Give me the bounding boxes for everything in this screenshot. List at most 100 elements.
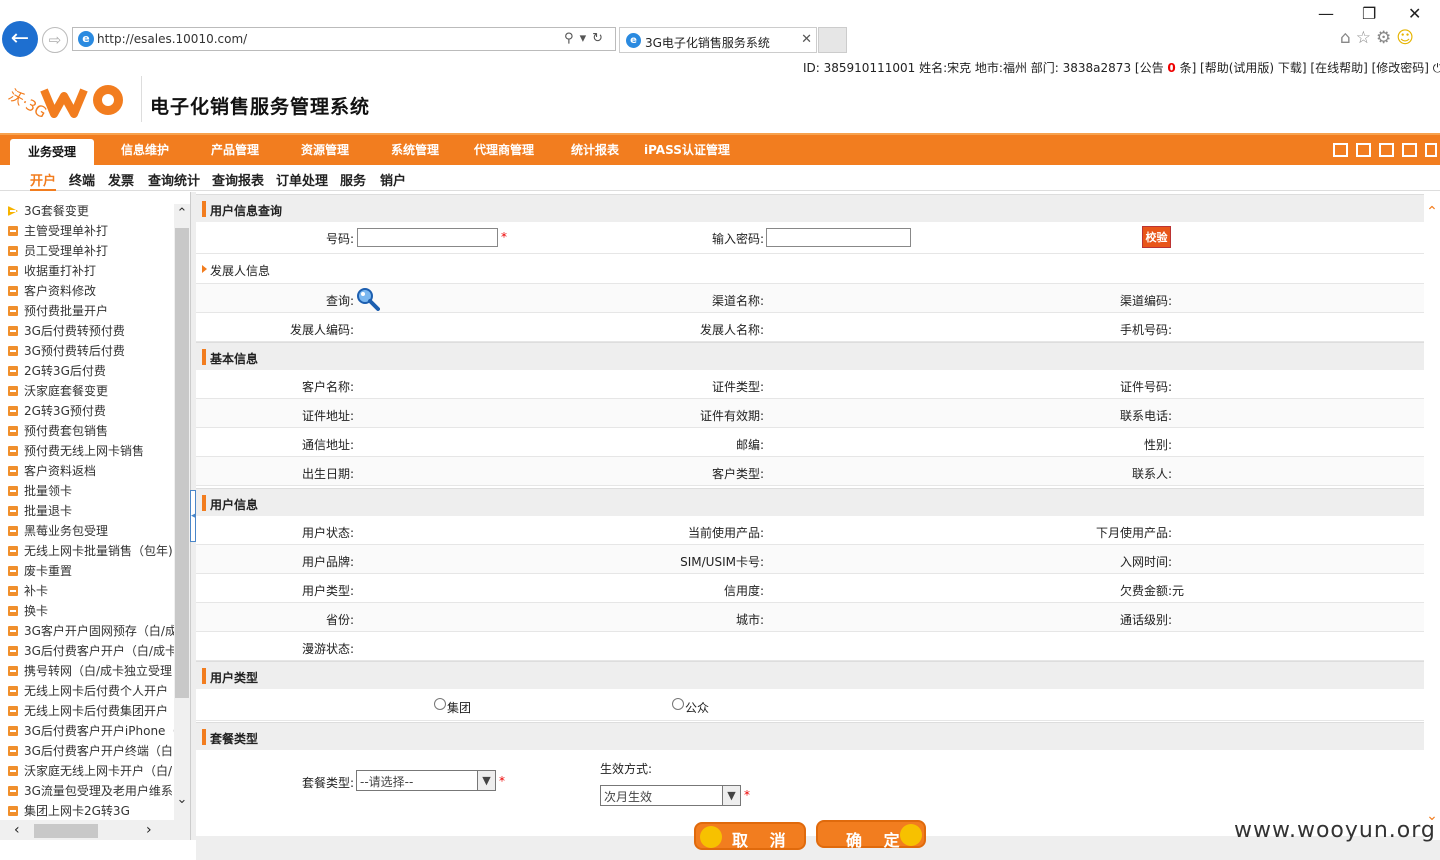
layout-icon[interactable]	[1356, 143, 1371, 157]
sidebar-item-label: 3G后付费客户开户（白/成卡	[24, 644, 174, 658]
radio-group-label[interactable]: 集团	[447, 699, 471, 716]
sidebar-item[interactable]: 2G转3G后付费	[8, 362, 174, 382]
main-scrollbar[interactable]	[1424, 192, 1440, 840]
sidebar-item[interactable]: 废卡重置	[8, 562, 174, 582]
back-button[interactable]: ←	[2, 21, 38, 57]
chevron-down-icon[interactable]: ⌄	[174, 792, 190, 807]
sidebar-item[interactable]: 沃家庭套餐变更	[8, 382, 174, 402]
submenu-item[interactable]: 查询报表	[212, 170, 264, 189]
search-refresh-icons[interactable]: ⚲▾↻	[564, 31, 609, 46]
sidebar-item[interactable]: 3G流量包受理及老用户维系	[8, 782, 174, 802]
basic-row-2: 证件地址: 证件有效期: 联系电话:	[196, 399, 1424, 428]
sidebar-item-label: 3G后付费转预付费	[24, 324, 125, 338]
sidebar-item[interactable]: 3G预付费转后付费	[8, 342, 174, 362]
sidebar-item[interactable]: 收据重打补打	[8, 262, 174, 282]
sidebar-item[interactable]: 换卡	[8, 602, 174, 622]
sidebar-hscroll-thumb[interactable]	[34, 824, 98, 838]
sidebar-item[interactable]: 3G后付费客户开户终端（白	[8, 742, 174, 762]
password-input[interactable]	[766, 228, 911, 247]
close-tab-icon[interactable]: ✕	[801, 32, 812, 47]
user-info-suffix[interactable]: 条] [帮助(试用版) 下载] [在线帮助] [修改密码]	[1176, 61, 1433, 75]
effect-select[interactable]: 次月生效 ▼	[600, 785, 741, 806]
layout-icon[interactable]	[1333, 143, 1348, 157]
toolbar-icons[interactable]: ⌂☆⚙☺	[1340, 28, 1419, 48]
restore-icon[interactable]: ❐	[1362, 4, 1376, 23]
sidebar-item[interactable]: 无线上网卡后付费个人开户	[8, 682, 174, 702]
sidebar-item[interactable]: 预付费套包销售	[8, 422, 174, 442]
menu-item-active[interactable]: 业务受理	[10, 139, 94, 167]
menu-item[interactable]: 信息维护	[121, 141, 169, 158]
chevron-up-icon[interactable]: ⌃	[174, 206, 190, 221]
sidebar-item[interactable]: 2G转3G预付费	[8, 402, 174, 422]
bullet-icon	[8, 806, 18, 816]
sidebar-item[interactable]: 补卡	[8, 582, 174, 602]
radio-public-label[interactable]: 公众	[685, 699, 709, 716]
sidebar-item[interactable]: 预付费无线上网卡销售	[8, 442, 174, 462]
sidebar-item-label: 2G转3G预付费	[24, 404, 106, 418]
menu-item[interactable]: 统计报表	[571, 141, 619, 158]
notice-count[interactable]: 0	[1167, 61, 1175, 75]
chevron-up-icon[interactable]: ⌃	[1424, 204, 1440, 220]
search-icon[interactable]	[356, 287, 380, 311]
chevron-right-icon[interactable]: ›	[146, 822, 152, 838]
plan-row: 套餐类型: --请选择-- ▼ * 生效方式: 次月生效 ▼ *	[196, 750, 1424, 810]
sidebar-item[interactable]: 预付费批量开户	[8, 302, 174, 322]
cancel-button[interactable]: 取 消	[694, 822, 806, 850]
sidebar-item-label: 预付费无线上网卡销售	[24, 444, 145, 458]
sidebar-scroll-thumb[interactable]	[175, 228, 189, 698]
forward-button[interactable]: ⇨	[42, 27, 68, 53]
new-tab-button[interactable]	[818, 27, 847, 53]
menu-item[interactable]: iPASS认证管理	[644, 141, 730, 158]
bullet-icon	[8, 486, 18, 496]
submenu-item[interactable]: 订单处理	[276, 170, 328, 189]
sidebar-item[interactable]: 集团上网卡2G转3G	[8, 802, 174, 822]
plan-type-select[interactable]: --请选择-- ▼	[356, 770, 496, 791]
sidebar-item[interactable]: 无线上网卡后付费集团开户	[8, 702, 174, 722]
submenu-item-active[interactable]: 开户	[30, 170, 57, 191]
sidebar-item[interactable]: 3G套餐变更	[8, 202, 174, 222]
sidebar-item[interactable]: 客户资料返档	[8, 462, 174, 482]
sidebar-item[interactable]: 无线上网卡批量销售（包年)	[8, 542, 174, 562]
minimize-icon[interactable]: —	[1318, 4, 1334, 23]
submenu-item[interactable]: 销户	[380, 170, 406, 189]
sidebar-item[interactable]: 3G后付费转预付费	[8, 322, 174, 342]
submenu-item[interactable]: 服务	[340, 170, 366, 189]
address-bar[interactable]: e http://esales.10010.com/ ⚲▾↻	[72, 27, 616, 51]
layout-icon[interactable]	[1402, 143, 1417, 157]
sidebar-item[interactable]: 黑莓业务包受理	[8, 522, 174, 542]
sidebar-item[interactable]: 主管受理单补打	[8, 222, 174, 242]
layout-icon[interactable]	[1425, 143, 1437, 157]
customer-name-label: 客户名称:	[301, 380, 354, 394]
number-input[interactable]	[357, 228, 498, 247]
sidebar-item-label: 3G客户开户固网预存（白/成	[24, 624, 174, 638]
submenu-item[interactable]: 发票	[108, 170, 134, 189]
verify-button[interactable]: 校验	[1142, 226, 1171, 248]
sidebar-item[interactable]: 3G客户开户固网预存（白/成	[8, 622, 174, 642]
menu-item[interactable]: 资源管理	[301, 141, 349, 158]
menu-item[interactable]: 产品管理	[211, 141, 259, 158]
sidebar-item[interactable]: 批量退卡	[8, 502, 174, 522]
menu-item[interactable]: 系统管理	[391, 141, 439, 158]
chevron-left-icon[interactable]: ‹	[14, 822, 20, 838]
sidebar-item[interactable]: 沃家庭无线上网卡开户（白/	[8, 762, 174, 782]
close-window-icon[interactable]: ✕	[1408, 4, 1421, 23]
birth-label: 出生日期:	[301, 467, 354, 481]
sidebar-item[interactable]: 3G后付费客户开户iPhone（	[8, 722, 174, 742]
sidebar-item[interactable]: 携号转网（白/成卡独立受理	[8, 662, 174, 682]
radio-group[interactable]	[434, 698, 446, 710]
sidebar-item[interactable]: 客户资料修改	[8, 282, 174, 302]
submenu-item[interactable]: 终端	[69, 170, 95, 189]
sidebar-item[interactable]: 3G后付费客户开户（白/成卡	[8, 642, 174, 662]
layout-icon[interactable]	[1379, 143, 1394, 157]
bullet-icon	[8, 346, 18, 356]
developer-header[interactable]: 发展人信息	[196, 254, 1424, 284]
submenu-item[interactable]: 查询统计	[148, 170, 200, 189]
user-status-label: 用户状态:	[301, 526, 354, 540]
browser-tab[interactable]: e 3G电子化销售服务系统 ✕	[619, 27, 817, 53]
sidebar-item[interactable]: 员工受理单补打	[8, 242, 174, 262]
menu-item[interactable]: 代理商管理	[474, 141, 534, 158]
confirm-button[interactable]: 确 定	[816, 820, 926, 850]
sidebar-item[interactable]: 批量领卡	[8, 482, 174, 502]
dev-code-label: 发展人编码:	[289, 323, 354, 337]
radio-public[interactable]	[672, 698, 684, 710]
